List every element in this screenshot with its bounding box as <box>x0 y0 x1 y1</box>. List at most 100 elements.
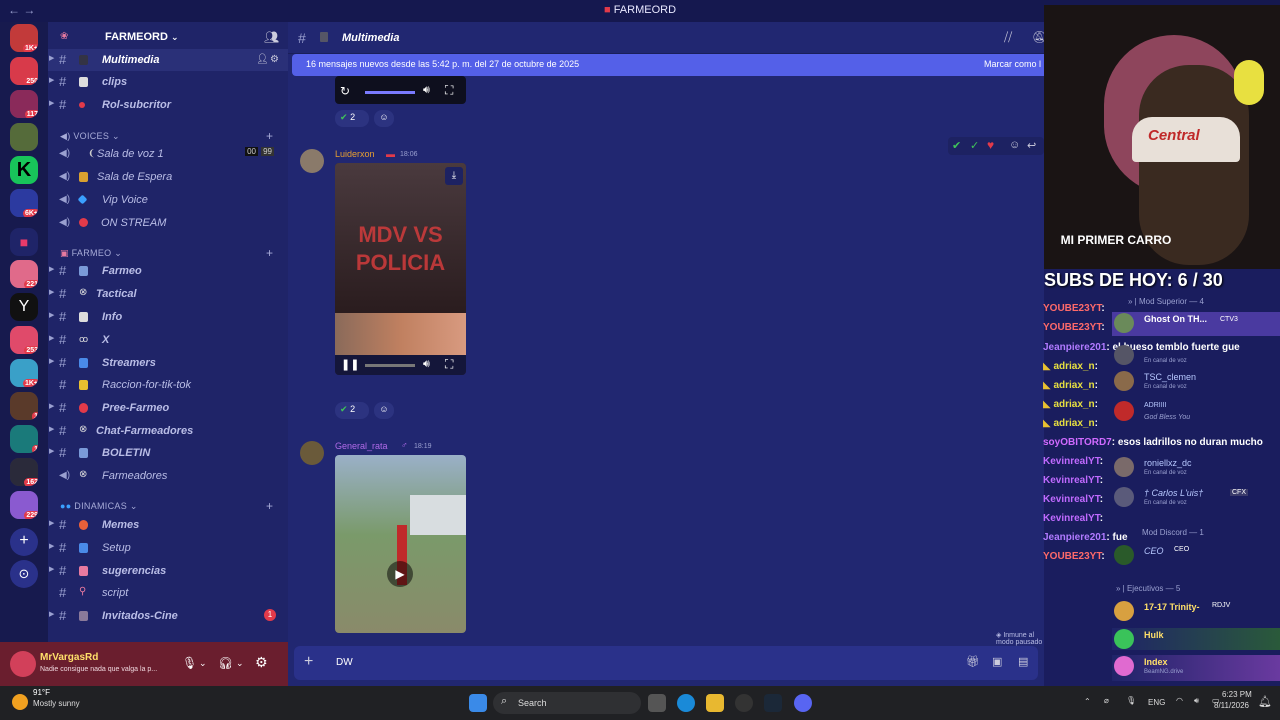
server-icon[interactable]: 229 <box>10 491 38 519</box>
mark-as-read-button[interactable]: Marcar como l <box>984 59 1041 69</box>
task-view-icon[interactable] <box>648 694 666 712</box>
server-icon[interactable]: 253 <box>10 326 38 354</box>
video-player[interactable]: ↻ 🔊︎ ⛶ <box>335 76 466 104</box>
add-channel-icon[interactable]: + <box>266 499 273 513</box>
weather-temp[interactable]: 91°F <box>33 688 50 697</box>
taskbar-search[interactable]: ⌕ Search <box>493 692 641 714</box>
voice-vip-voice[interactable]: ◀) Vip Voice <box>48 189 288 211</box>
channel-clips[interactable]: ▶ # clips <box>48 71 288 93</box>
channel-rol-subcritor[interactable]: ▶ # Rol-subcritor <box>48 94 288 116</box>
notification-bell-icon[interactable]: 🔔︎ <box>1258 695 1272 708</box>
tick-icon[interactable]: ✓ <box>970 139 979 152</box>
member-item[interactable]: roniellxz_dc En canal de voz <box>1112 456 1280 478</box>
microphone-icon[interactable]: 🎙︎ <box>182 656 197 670</box>
add-channel-icon[interactable]: + <box>266 246 273 260</box>
wifi-icon[interactable]: ◠ <box>1176 696 1183 705</box>
voice-sala-de-espera[interactable]: ◀) Sala de Espera <box>48 166 288 188</box>
channel-x[interactable]: ▶ # ꝏ X <box>48 329 288 351</box>
chevron-down-icon[interactable]: ⌄ <box>236 658 244 669</box>
server-icon[interactable]: 6K+ <box>10 189 38 217</box>
server-icon[interactable]: 1 <box>10 392 38 420</box>
discover-icon[interactable]: ⊙ <box>10 560 38 588</box>
volume-icon[interactable]: 🔊︎ <box>1194 696 1199 706</box>
add-reaction-button[interactable]: ☺ <box>374 110 394 127</box>
edge-icon[interactable] <box>677 694 695 712</box>
channel-multimedia[interactable]: ▶ # Multimedia 👤︎ ⚙ <box>48 49 288 71</box>
add-reaction-button[interactable]: ☺ <box>374 402 394 419</box>
channel-tactical[interactable]: ▶ # ⊗ Tactical <box>48 283 288 305</box>
member-item[interactable]: Ghost On TH... CTV3 <box>1112 312 1280 336</box>
message-composer[interactable]: + DW 🎁︎ ▣ ▤ <box>294 646 1038 680</box>
clock-time[interactable]: 6:23 PM <box>1222 690 1252 699</box>
gift-icon[interactable]: 🎁︎ <box>966 655 980 668</box>
category-voices[interactable]: ◀) VOICES ⌄ + <box>60 129 273 143</box>
channel-chat-farmeadores[interactable]: ▶ # ⊗ Chat-Farmeadores <box>48 420 288 442</box>
chevron-up-icon[interactable]: ⌃ <box>1084 697 1091 706</box>
server-icon[interactable]: 250 <box>10 57 38 85</box>
progress-bar[interactable] <box>365 91 415 94</box>
add-reaction-icon[interactable]: ☺ <box>1009 139 1020 151</box>
server-icon[interactable]: 1K+ <box>10 359 38 387</box>
channel-memes[interactable]: ▶ # Memes <box>48 514 288 536</box>
channel-invitados-cine[interactable]: ▶ # Invitados-Cine 1 <box>48 605 288 627</box>
weather-sun-icon[interactable] <box>12 694 28 710</box>
server-icon[interactable]: 117 <box>10 90 38 118</box>
username[interactable]: MrVargasRd <box>40 652 98 663</box>
fullscreen-icon[interactable]: ⛶ <box>445 357 453 372</box>
channel-raccion-for-tik-tok[interactable]: # Raccion-for-tik-tok <box>48 374 288 396</box>
mic-icon[interactable]: 🎙︎ <box>1126 696 1136 705</box>
start-icon[interactable] <box>469 694 487 712</box>
chevron-down-icon[interactable]: ⌄ <box>199 658 207 669</box>
message-author[interactable]: Luiderxon <box>335 149 375 159</box>
heart-icon[interactable]: ♥ <box>987 138 994 152</box>
reaction-check[interactable]: ✔ 2 <box>335 402 369 419</box>
member-item[interactable]: Index BeamNG.drive <box>1112 655 1280 681</box>
member-item[interactable]: TSC_clemen En canal de voz <box>1112 370 1280 392</box>
gif-icon[interactable]: ▣ <box>992 655 1002 668</box>
gear-icon[interactable]: ⚙ <box>270 54 279 65</box>
channel-pree-farmeo[interactable]: ▶ # Pree-Farmeo <box>48 397 288 419</box>
volume-icon[interactable]: 🔊︎ <box>423 358 430 371</box>
message-author[interactable]: General_rata <box>335 441 388 451</box>
add-server-icon[interactable]: + <box>10 528 38 556</box>
headphones-icon[interactable]: 🎧︎ <box>218 656 233 670</box>
member-item[interactable]: † Carlos L'uis† CFX En canal de voz <box>1112 486 1280 508</box>
check-icon[interactable]: ✔ <box>952 139 961 152</box>
video-player[interactable]: MDV VS POLICIA ⤓ ❚❚ 🔊︎ ⛶ <box>335 163 466 375</box>
message-input[interactable]: DW <box>336 657 353 668</box>
voice-sala-de-voz-1[interactable]: ◀) ❨ Sala de voz 1 00 99 <box>48 143 288 165</box>
member-item[interactable]: ADRIIII God Bless You <box>1112 400 1280 422</box>
server-folder-icon[interactable]: ■ <box>10 228 38 256</box>
server-icon[interactable]: 1K+ <box>10 24 38 52</box>
download-icon[interactable]: ⤓ <box>445 167 463 185</box>
play-icon[interactable]: ▶ <box>387 561 413 587</box>
reply-icon[interactable]: ↩ <box>1027 139 1036 152</box>
threads-icon[interactable]: ⧸⧸ <box>1004 30 1012 45</box>
channel-info[interactable]: ▶ # Info <box>48 306 288 328</box>
member-item[interactable]: En canal de voz <box>1112 344 1280 366</box>
add-friend-icon[interactable]: 👥︎ <box>264 30 279 44</box>
channel-streamers[interactable]: ▶ # Streamers <box>48 352 288 374</box>
language[interactable]: ENG <box>1148 698 1165 707</box>
fullscreen-icon[interactable]: ⛶ <box>445 83 453 98</box>
server-icon[interactable] <box>10 123 38 151</box>
chrome-icon[interactable] <box>735 694 753 712</box>
member-item[interactable]: Hulk <box>1112 628 1280 650</box>
replay-icon[interactable]: ↻ <box>340 84 350 98</box>
gear-icon[interactable]: ⚙ <box>255 654 268 671</box>
discord-icon[interactable] <box>794 694 812 712</box>
server-icon-k[interactable]: K <box>10 156 38 184</box>
sticker-icon[interactable]: ▤ <box>1018 655 1028 668</box>
category-farmeo[interactable]: ▣ FARMEO ⌄ + <box>60 246 273 260</box>
voice-farmeadores[interactable]: ◀) ⊗ Farmeadores <box>48 465 288 487</box>
steam-icon[interactable] <box>764 694 782 712</box>
volume-icon[interactable]: 🔊︎ <box>423 84 430 97</box>
channel-farmeo[interactable]: ▶ # Farmeo <box>48 260 288 282</box>
add-attachment-icon[interactable]: + <box>304 653 313 671</box>
reaction-check[interactable]: ✔ 2 <box>335 110 369 127</box>
channel-boletin[interactable]: ▶ # BOLETIN <box>48 442 288 464</box>
channel-script[interactable]: # ⚲ script <box>48 582 288 604</box>
voice-on-stream[interactable]: ◀) ON STREAM <box>48 212 288 234</box>
server-icon[interactable]: 221 <box>10 260 38 288</box>
channel-sugerencias[interactable]: ▶ # sugerencias <box>48 560 288 582</box>
